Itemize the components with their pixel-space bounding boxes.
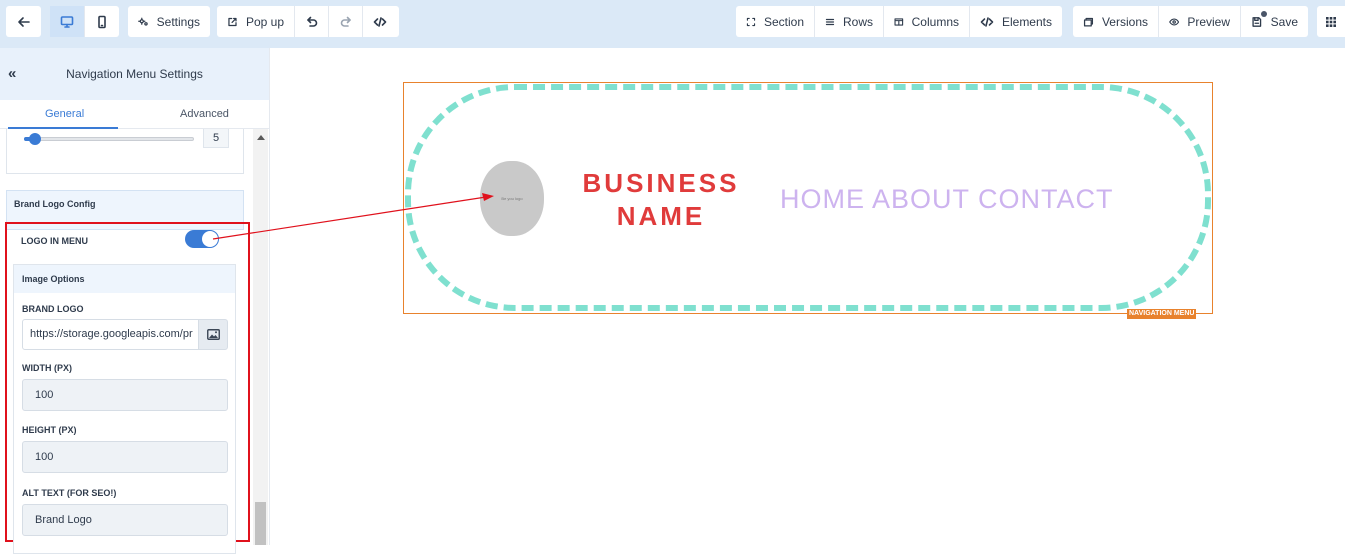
device-group bbox=[50, 6, 119, 37]
brand-logo-config-title: Brand Logo Config bbox=[14, 199, 96, 209]
panel-tabs: General Advanced bbox=[0, 100, 269, 129]
slider-value-input[interactable]: 5 bbox=[203, 129, 229, 148]
image-options-header[interactable]: Image Options bbox=[14, 265, 235, 293]
image-icon bbox=[206, 329, 220, 340]
popup-label: Pop up bbox=[245, 14, 284, 29]
alt-text-input[interactable]: Brand Logo bbox=[22, 504, 228, 536]
slider-handle[interactable] bbox=[29, 133, 41, 145]
arrow-left-icon bbox=[17, 16, 30, 27]
rows-icon bbox=[825, 18, 835, 25]
gears-icon bbox=[138, 17, 148, 26]
settings-group: Settings bbox=[128, 6, 210, 37]
image-picker-button[interactable] bbox=[198, 319, 228, 350]
desktop-icon bbox=[60, 15, 74, 28]
top-toolbar: Settings Pop up Section Rows Columns Ele… bbox=[0, 0, 1345, 48]
panel-title: Navigation Menu Settings bbox=[66, 67, 203, 81]
element-type-tag: NAVIGATION MENU bbox=[1127, 309, 1197, 319]
code-icon bbox=[980, 16, 994, 27]
scroll-up-arrow-icon[interactable] bbox=[257, 135, 265, 140]
menu-links[interactable]: HOME ABOUT CONTACT bbox=[780, 184, 1114, 215]
brand-logo-url-input[interactable]: https://storage.googleapis.com/pr bbox=[22, 319, 199, 350]
width-input[interactable]: 100 bbox=[22, 379, 228, 411]
external-edit-icon bbox=[228, 17, 237, 26]
undo-button[interactable] bbox=[295, 6, 329, 37]
undo-icon bbox=[306, 16, 317, 27]
structure-group: Section Rows Columns Elements bbox=[736, 6, 1062, 37]
tab-general[interactable]: General bbox=[45, 108, 84, 120]
unsaved-dot bbox=[1261, 11, 1267, 17]
slider-card: 5 bbox=[6, 129, 244, 174]
apps-grid-button[interactable] bbox=[1317, 6, 1345, 37]
width-label: WIDTH (PX) bbox=[22, 363, 72, 373]
mobile-view-button[interactable] bbox=[85, 6, 119, 37]
save-button[interactable]: Save bbox=[1241, 6, 1308, 37]
back-group bbox=[6, 6, 41, 37]
settings-button[interactable]: Settings bbox=[128, 6, 210, 37]
panel-scrollbar[interactable] bbox=[253, 129, 268, 545]
desktop-view-button[interactable] bbox=[50, 6, 85, 37]
elements-label: Elements bbox=[1001, 14, 1052, 29]
height-input[interactable]: 100 bbox=[22, 441, 228, 473]
brand-logo-label: BRAND LOGO bbox=[22, 304, 84, 314]
logo-in-menu-label: LOGO IN MENU bbox=[21, 236, 88, 246]
section-label: Section bbox=[763, 14, 804, 29]
apps-group bbox=[1317, 6, 1345, 37]
alt-text-label: ALT TEXT (FOR SEO!) bbox=[22, 488, 117, 498]
code-icon bbox=[373, 16, 387, 27]
columns-icon bbox=[894, 17, 904, 26]
image-options-title: Image Options bbox=[22, 274, 85, 284]
back-button[interactable] bbox=[6, 6, 41, 37]
grid-icon bbox=[1326, 16, 1336, 27]
logo-placeholder-text: Be you logo bbox=[501, 196, 523, 201]
settings-label: Settings bbox=[156, 14, 200, 29]
elements-button[interactable]: Elements bbox=[970, 6, 1062, 37]
logo-in-menu-toggle[interactable] bbox=[185, 230, 219, 248]
versions-label: Versions bbox=[1101, 14, 1148, 29]
eye-icon bbox=[1169, 17, 1180, 26]
height-label: HEIGHT (PX) bbox=[22, 425, 77, 435]
code-button[interactable] bbox=[363, 6, 397, 37]
slider-track[interactable] bbox=[24, 137, 194, 141]
popup-button[interactable]: Pop up bbox=[217, 6, 295, 37]
redo-button[interactable] bbox=[329, 6, 363, 37]
preview-label: Preview bbox=[1187, 14, 1230, 29]
columns-label: Columns bbox=[911, 14, 959, 29]
panel-header: « Navigation Menu Settings bbox=[0, 48, 269, 100]
brand-logo-image[interactable]: Be you logo bbox=[480, 161, 544, 236]
scrollbar-thumb[interactable] bbox=[255, 502, 266, 545]
section-icon bbox=[746, 17, 756, 26]
section-button[interactable]: Section bbox=[736, 6, 815, 37]
versions-icon bbox=[1083, 17, 1094, 27]
business-name[interactable]: BUSINESS NAME bbox=[582, 167, 740, 233]
columns-button[interactable]: Columns bbox=[884, 6, 970, 37]
versions-button[interactable]: Versions bbox=[1073, 6, 1159, 37]
redo-icon bbox=[340, 16, 351, 27]
history-group: Pop up bbox=[217, 6, 399, 37]
tab-advanced[interactable]: Advanced bbox=[180, 108, 229, 120]
rows-label: Rows bbox=[842, 14, 873, 29]
save-icon bbox=[1252, 16, 1262, 27]
rows-button[interactable]: Rows bbox=[815, 6, 884, 37]
toggle-knob bbox=[202, 231, 218, 247]
preview-button[interactable]: Preview bbox=[1159, 6, 1241, 37]
save-label: Save bbox=[1270, 14, 1298, 29]
actions-group: Versions Preview Save bbox=[1073, 6, 1308, 37]
mobile-icon bbox=[98, 15, 106, 28]
